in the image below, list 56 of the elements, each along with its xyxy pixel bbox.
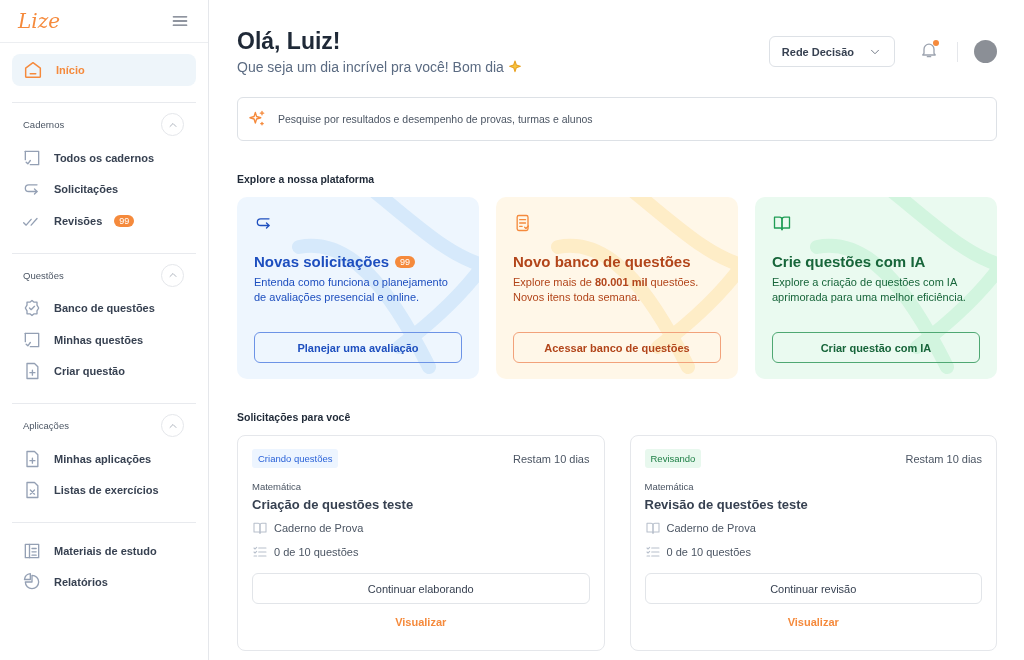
progress-label: 0 de 10 questões xyxy=(274,546,359,558)
nav-item[interactable]: Todos os cadernos xyxy=(12,142,196,174)
card-description: Explore a criação de questões com IA aprimorada para uma melhor eficiência. xyxy=(772,275,967,305)
status-tag: Revisando xyxy=(644,449,702,468)
nav-item[interactable]: Minhas questões xyxy=(12,324,196,356)
card-description: Explore mais de 80.001 mil questões. Novos itens toda semana. xyxy=(513,275,700,305)
nav-item[interactable]: Listas de exercícios xyxy=(12,474,196,506)
remaining-time: Restam 10 dias xyxy=(905,452,982,465)
avatar[interactable] xyxy=(974,40,997,63)
progress-label: 0 de 10 questões xyxy=(666,546,751,558)
greeting-title: Olá, Luiz! xyxy=(237,28,342,55)
request-title: Criação de questões teste xyxy=(252,497,415,512)
checklist-icon xyxy=(644,544,661,560)
card-button[interactable]: Criar questão com IA xyxy=(772,332,980,363)
greeting-subtitle: Que seja um dia incrível pra você! Bom dia xyxy=(237,59,504,75)
home-icon xyxy=(22,59,44,81)
section-heading: Solicitações para você xyxy=(237,411,352,423)
continue-button[interactable]: Continuar elaborando xyxy=(252,573,590,604)
nav-item[interactable]: Materiais de estudo xyxy=(12,535,196,567)
nav-item[interactable]: Relatórios xyxy=(12,566,196,598)
collapse-button[interactable] xyxy=(161,414,184,437)
count-badge: 99 xyxy=(395,255,416,268)
section-title: Questões xyxy=(23,269,64,281)
nav-item[interactable]: Minhas aplicações xyxy=(12,443,196,475)
collapse-button[interactable] xyxy=(161,113,184,136)
search-field[interactable]: Pesquise por resultados e desempenho de provas, turmas e alunos xyxy=(237,97,997,141)
nav-item[interactable]: Criar questão xyxy=(12,355,196,387)
card-title: Novas solicitações xyxy=(254,253,390,270)
section-title: Cadernos xyxy=(23,119,65,130)
notebook-label: Caderno de Prova xyxy=(666,522,756,534)
subject-label: Matemática xyxy=(644,481,695,492)
card-title: Novo banco de questões xyxy=(513,253,691,270)
notebook-label: Caderno de Prova xyxy=(274,522,364,534)
card-description: Entenda como funciona o planejamento de avaliações presencial e online. xyxy=(254,275,449,305)
remaining-time: Restam 10 dias xyxy=(513,452,590,465)
nav-item[interactable]: Banco de questões xyxy=(12,292,196,324)
collapse-button[interactable] xyxy=(161,263,184,287)
open-book-icon xyxy=(252,520,268,536)
card-button[interactable]: Acessar banco de questões xyxy=(513,332,721,363)
open-book-icon xyxy=(644,520,661,536)
section-heading: Explore a nossa plataforma xyxy=(237,173,376,185)
sparkle-icon xyxy=(506,59,523,75)
continue-button[interactable]: Continuar revisão xyxy=(644,573,982,604)
subject-label: Matemática xyxy=(252,481,303,492)
nav-item[interactable]: Revisões 99 xyxy=(12,205,196,237)
status-tag: Criando questões xyxy=(252,449,339,468)
nav-item[interactable]: Solicitações xyxy=(12,173,196,205)
check-badge-icon xyxy=(22,298,42,319)
count-badge: 99 xyxy=(114,214,135,227)
section-title: Aplicações xyxy=(23,420,69,431)
logo: Lize xyxy=(18,9,61,33)
checklist-icon xyxy=(252,544,268,560)
network-dropdown[interactable]: Rede Decisão xyxy=(768,36,895,67)
request-title: Revisão de questões teste xyxy=(644,497,809,512)
card-title: Crie questões com IA xyxy=(772,253,926,270)
card-button[interactable]: Planejar uma avaliação xyxy=(254,332,462,363)
